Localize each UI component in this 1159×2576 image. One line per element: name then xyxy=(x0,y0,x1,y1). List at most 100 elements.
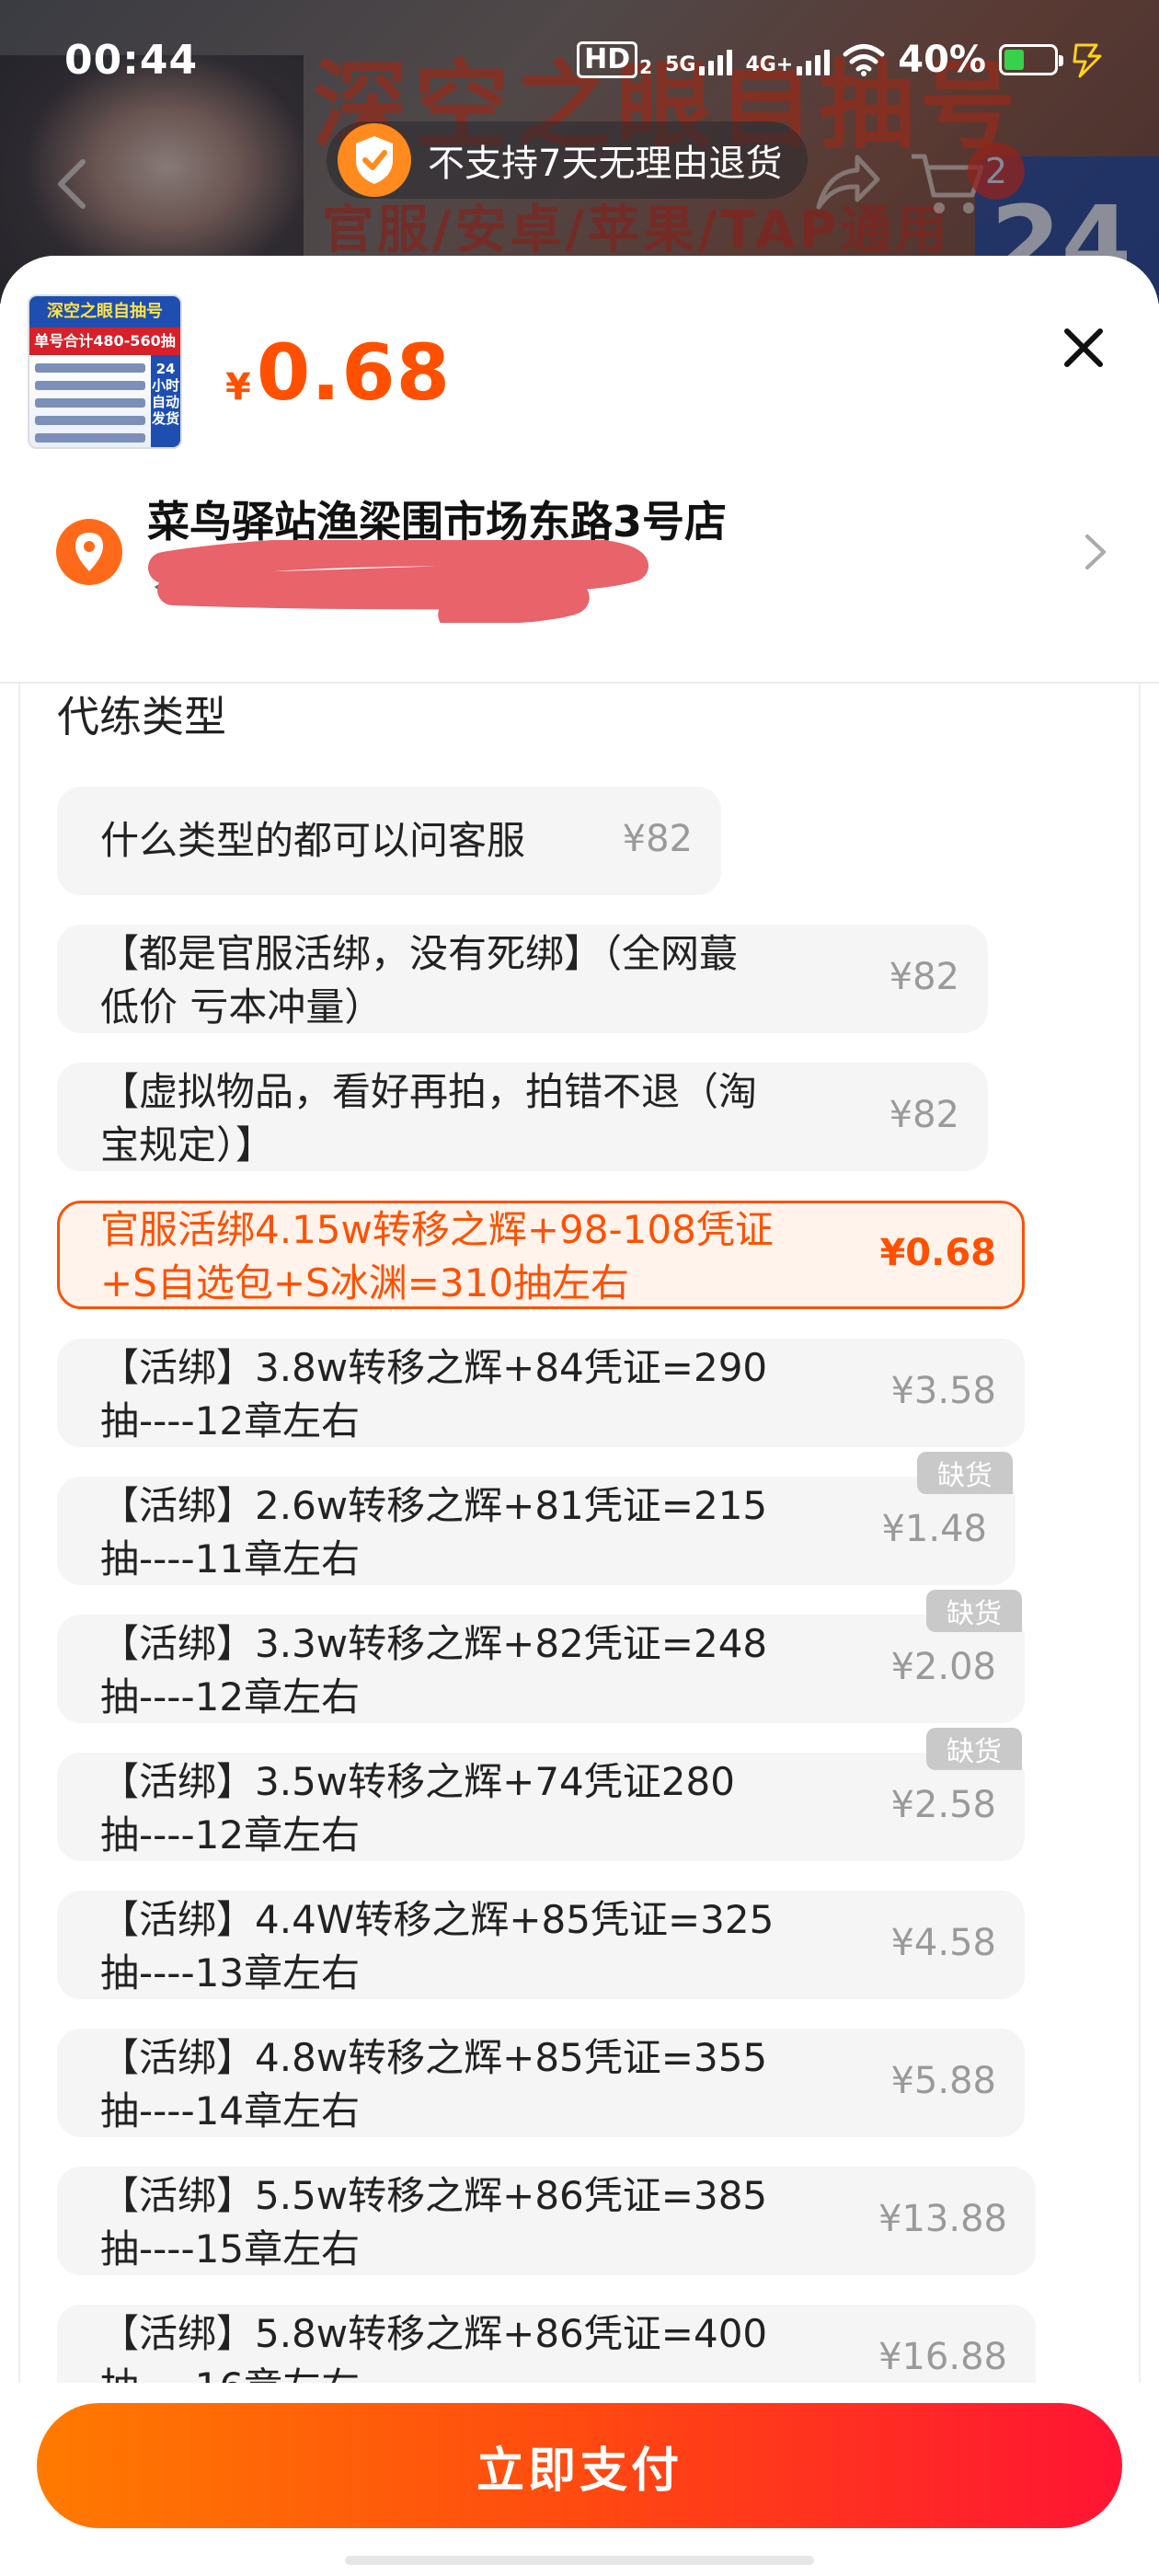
sku-option[interactable]: 【活绑】2.6w转移之辉+81凭证=215 抽----11章左右 ¥1.48 缺货 xyxy=(57,1452,1016,1586)
wifi-icon xyxy=(843,44,885,76)
sku-option-label-line2: 抽----13章左右 xyxy=(100,1950,361,1995)
hd-sub: 2 xyxy=(639,56,653,78)
sku-option-label-line2: 抽----12章左右 xyxy=(100,1812,361,1857)
soldout-badge: 缺货 xyxy=(926,1728,1022,1770)
no-return-notice: 不支持7天无理由退货 xyxy=(327,121,809,199)
status-time: 00:44 xyxy=(64,37,199,84)
sku-option-price: ¥82 xyxy=(622,818,693,860)
sku-option-price: ¥1.48 xyxy=(881,1508,987,1550)
sku-option-price: ¥2.58 xyxy=(890,1784,996,1826)
thumbnail-band: 单号合计480-560抽 xyxy=(29,328,180,355)
sku-option-label-line2: 抽----12章左右 xyxy=(100,1674,361,1719)
signal-bars-icon xyxy=(797,44,831,75)
battery-fill xyxy=(1004,50,1024,70)
location-pin-icon xyxy=(56,519,122,585)
redaction-scribble xyxy=(148,540,648,623)
battery-percent: 40% xyxy=(898,39,986,81)
sku-option-label-line1: 【都是官服活绑，没有死绑】（全网蕞 xyxy=(100,931,739,976)
sku-option-label: 官服活绑4.15w转移之辉+98-108凭证 +S自选包+S冰渊=310抽左右 xyxy=(100,1203,774,1310)
charging-bolt-icon xyxy=(1073,43,1102,78)
status-bar: 00:44 HD 2 5G 4G+ 40% xyxy=(0,0,1159,120)
sku-option-label-line2: +S自选包+S冰渊=310抽左右 xyxy=(100,1260,630,1305)
thumbnail-title: 深空之眼自抽号 xyxy=(29,296,180,328)
soldout-badge: 缺货 xyxy=(917,1452,1013,1494)
section-title: 代练类型 xyxy=(57,692,226,742)
thumbnail-side-text: 24小时自动发货 xyxy=(151,355,180,447)
sku-option-label-line1: 什么类型的都可以问客服 xyxy=(100,818,526,863)
sku-option-label-line1: 【活绑】3.3w转移之辉+82凭证=248 xyxy=(100,1621,768,1666)
sku-option[interactable]: 【虚拟物品，看好再拍，拍错不退（淘 宝规定）】 ¥82 xyxy=(57,1063,988,1171)
sku-option[interactable]: 【活绑】4.8w转移之辉+85凭证=355 抽----14章左右 ¥5.88 xyxy=(57,2029,1025,2137)
sku-option-label: 【活绑】5.5w转移之辉+86凭证=385 抽----15章左右 xyxy=(100,2169,767,2276)
pay-now-button[interactable]: 立即支付 xyxy=(37,2403,1122,2528)
sku-option-price: ¥16.88 xyxy=(878,2336,1007,2378)
thumbnail-list xyxy=(29,355,151,447)
sku-option-label: 【活绑】4.8w转移之辉+85凭证=355 抽----14章左右 xyxy=(100,2031,767,2138)
price-currency: ¥ xyxy=(225,366,251,408)
sku-option-label-line1: 【活绑】4.4W转移之辉+85凭证=325 xyxy=(100,1897,775,1942)
sku-options-panel: 代练类型 什么类型的都可以问客服 ¥82 【都是官服活绑，没有死绑】（全网蕞 低价 亏… xyxy=(18,684,1141,2404)
sku-option-price: ¥82 xyxy=(889,1094,959,1136)
sku-option-label-line2: 低价 亏本冲量） xyxy=(100,984,384,1029)
sku-option-label: 【活绑】4.4W转移之辉+85凭证=325 抽----13章左右 xyxy=(100,1893,774,2000)
signal-5g: 5G xyxy=(665,44,733,76)
soldout-badge: 缺货 xyxy=(926,1590,1022,1632)
sku-option[interactable]: 【活绑】3.3w转移之辉+82凭证=248 抽----12章左右 ¥2.08 缺货 xyxy=(57,1590,1025,1724)
sku-option-label: 【活绑】2.6w转移之辉+81凭证=215 抽----11章左右 xyxy=(100,1479,767,1586)
sku-option-label-line1: 【活绑】4.8w转移之辉+85凭证=355 xyxy=(100,2035,768,2080)
sku-option-label-line1: 【活绑】2.6w转移之辉+81凭证=215 xyxy=(100,1483,768,1528)
bottom-action-bar: 立即支付 xyxy=(0,2383,1159,2576)
notice-text: 不支持7天无理由退货 xyxy=(428,143,783,185)
product-thumbnail[interactable]: 深空之眼自抽号 单号合计480-560抽 24小时自动发货 xyxy=(28,294,182,449)
sku-option-label-line1: 【虚拟物品，看好再拍，拍错不退（淘 xyxy=(100,1069,758,1114)
price-value: 0.68 xyxy=(256,328,452,418)
sku-option-price: ¥5.88 xyxy=(890,2060,996,2102)
signal-bars-icon xyxy=(699,44,733,75)
sku-option-price: ¥13.88 xyxy=(878,2198,1007,2240)
shield-check-icon xyxy=(338,123,411,197)
chevron-right-icon xyxy=(1085,535,1106,569)
battery-icon xyxy=(999,44,1063,75)
sku-option[interactable]: 【活绑】5.5w转移之辉+86凭证=385 抽----15章左右 ¥13.88 xyxy=(57,2167,1036,2275)
sku-option-label: 【活绑】3.5w转移之辉+74凭证280 抽----12章左右 xyxy=(100,1755,735,1862)
sku-option-label-line2: 宝规定）】 xyxy=(100,1122,275,1167)
close-icon[interactable] xyxy=(1054,318,1113,377)
delivery-address-row[interactable]: 菜鸟驿站渔梁围市场东路3号店 彳 xyxy=(55,481,1113,623)
sku-option-price: ¥82 xyxy=(889,956,959,998)
sku-option-price: ¥4.58 xyxy=(890,1922,996,1964)
sku-option[interactable]: 【都是官服活绑，没有死绑】（全网蕞 低价 亏本冲量） ¥82 xyxy=(57,925,988,1033)
sku-option-label-line1: 【活绑】5.5w转移之辉+86凭证=385 xyxy=(100,2173,768,2218)
sku-option[interactable]: 什么类型的都可以问客服 ¥82 xyxy=(57,787,721,895)
net-5g-label: 5G xyxy=(665,53,696,76)
sku-option-label-line1: 【活绑】3.8w转移之辉+84凭证=290 xyxy=(100,1345,768,1390)
sku-selector-sheet: 深空之眼自抽号 单号合计480-560抽 24小时自动发货 ¥ 0.68 菜鸟驿… xyxy=(0,256,1159,2576)
thumbnail-body: 24小时自动发货 xyxy=(29,355,180,447)
status-indicators: HD 2 5G 4G+ 40% xyxy=(577,39,1104,81)
sku-option-price: ¥3.58 xyxy=(890,1370,996,1412)
sku-option[interactable]: 【活绑】3.5w转移之辉+74凭证280 抽----12章左右 ¥2.58 缺货 xyxy=(57,1728,1025,1862)
sheet-header: 深空之眼自抽号 单号合计480-560抽 24小时自动发货 ¥ 0.68 菜鸟驿… xyxy=(0,256,1159,684)
home-indicator[interactable] xyxy=(345,2556,814,2565)
sku-option-price: ¥0.68 xyxy=(879,1232,996,1274)
sku-option-label: 【活绑】3.8w转移之辉+84凭证=290 抽----12章左右 xyxy=(100,1341,767,1448)
sku-option-label: 【虚拟物品，看好再拍，拍错不退（淘 宝规定）】 xyxy=(100,1065,757,1172)
sku-option-label-line2: 抽----11章左右 xyxy=(100,1536,361,1581)
hd-label: HD xyxy=(577,41,638,78)
sku-option-label-line2: 抽----15章左右 xyxy=(100,2226,361,2271)
signal-4g: 4G+ xyxy=(745,44,831,76)
sku-option-label-line1: 【活绑】3.5w转移之辉+74凭证280 xyxy=(100,1759,735,1804)
sku-option-label-line1: 官服活绑4.15w转移之辉+98-108凭证 xyxy=(100,1207,774,1252)
sku-option-label-line1: 【活绑】5.8w转移之辉+86凭证=400 xyxy=(100,2311,768,2356)
sku-option[interactable]: 【活绑】4.4W转移之辉+85凭证=325 抽----13章左右 ¥4.58 xyxy=(57,1891,1025,1999)
sku-option-label-line2: 抽----14章左右 xyxy=(100,2088,361,2133)
selected-price: ¥ 0.68 xyxy=(225,328,451,418)
sku-option-label: 什么类型的都可以问客服 xyxy=(100,814,525,868)
sku-option[interactable]: 官服活绑4.15w转移之辉+98-108凭证 +S自选包+S冰渊=310抽左右 ¥0… xyxy=(57,1201,1025,1309)
sku-option-price: ¥2.08 xyxy=(890,1646,996,1688)
sku-option-label-line2: 抽----12章左右 xyxy=(100,1398,361,1443)
net-4g-label: 4G+ xyxy=(745,53,794,76)
sku-option-label: 【都是官服活绑，没有死绑】（全网蕞 低价 亏本冲量） xyxy=(100,927,738,1034)
hd-indicator: HD 2 xyxy=(577,41,652,78)
sku-option[interactable]: 【活绑】3.8w转移之辉+84凭证=290 抽----12章左右 ¥3.58 xyxy=(57,1339,1025,1447)
sku-option-label: 【活绑】3.3w转移之辉+82凭证=248 抽----12章左右 xyxy=(100,1617,767,1724)
